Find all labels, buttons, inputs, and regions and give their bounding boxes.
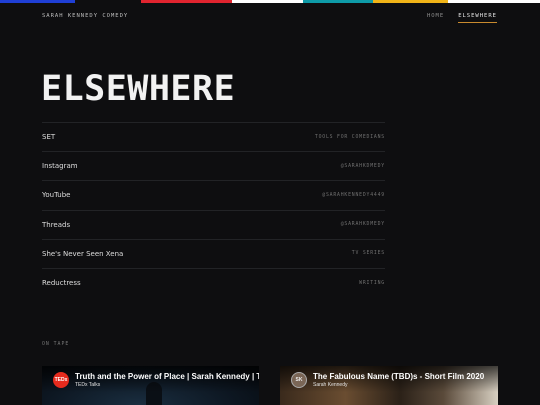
link-label: Instagram (42, 162, 78, 171)
color-stripe (0, 0, 540, 3)
link-label: YouTube (42, 191, 71, 200)
link-meta: @SARAHKDMEDY (340, 163, 385, 169)
link-meta: WRITING (359, 280, 385, 286)
link-row-xena[interactable]: She's Never Seen Xena TV SERIES (42, 238, 385, 268)
channel-avatar-icon[interactable]: SK (291, 372, 307, 388)
stripe-segment-blue (0, 0, 75, 3)
link-meta: TOOLS FOR COMEDIANS (314, 134, 385, 140)
link-label: SET (42, 133, 56, 142)
link-label: Reductress (42, 279, 81, 288)
link-row-reductress[interactable]: Reductress WRITING (42, 267, 385, 297)
nav-elsewhere[interactable]: ELSEWHERE (458, 13, 497, 23)
link-label: Threads (42, 220, 71, 229)
link-row-set[interactable]: SET TOOLS FOR COMEDIANS (42, 122, 385, 151)
stripe-segment-red (141, 0, 232, 3)
stripe-segment-white (232, 0, 303, 3)
stripe-segment-gap (75, 0, 141, 3)
links-list: SET TOOLS FOR COMEDIANS Instagram @SARAH… (42, 122, 385, 297)
video-title[interactable]: The Fabulous Name (TBD)s - Short Film 20… (313, 372, 484, 381)
site-name[interactable]: SARAH KENNEDY COMEDY (42, 13, 128, 19)
page-title: ELSEWHERE (41, 69, 236, 109)
tedx-channel-logo-icon[interactable]: TEDx (53, 372, 69, 388)
stripe-segment-teal (303, 0, 373, 3)
section-heading-on-tape: ON TAPE (42, 342, 70, 347)
link-meta: @SARAHKENNEDY4449 (322, 192, 385, 198)
video-title[interactable]: Truth and the Power of Place | Sarah Ken… (75, 372, 259, 381)
video-channel: Sarah Kennedy (313, 382, 348, 388)
link-meta: @SARAHKDMEDY (340, 222, 385, 228)
video-embed-tedx[interactable]: TEDx Truth and the Power of Place | Sara… (42, 366, 259, 405)
stripe-segment-white-end (448, 0, 540, 3)
top-nav: HOME ELSEWHERE (427, 13, 497, 23)
stripe-segment-yellow (373, 0, 448, 3)
link-row-youtube[interactable]: YouTube @SARAHKENNEDY4449 (42, 180, 385, 209)
link-row-threads[interactable]: Threads @SARAHKDMEDY (42, 209, 385, 239)
video-embed-short-film[interactable]: SK The Fabulous Name (TBD)s - Short Film… (280, 366, 498, 405)
link-meta: TV SERIES (351, 251, 385, 257)
link-row-instagram[interactable]: Instagram @SARAHKDMEDY (42, 151, 385, 180)
link-label: She's Never Seen Xena (42, 249, 124, 258)
nav-home[interactable]: HOME (427, 13, 444, 23)
video-channel: TEDx Talks (75, 382, 101, 388)
